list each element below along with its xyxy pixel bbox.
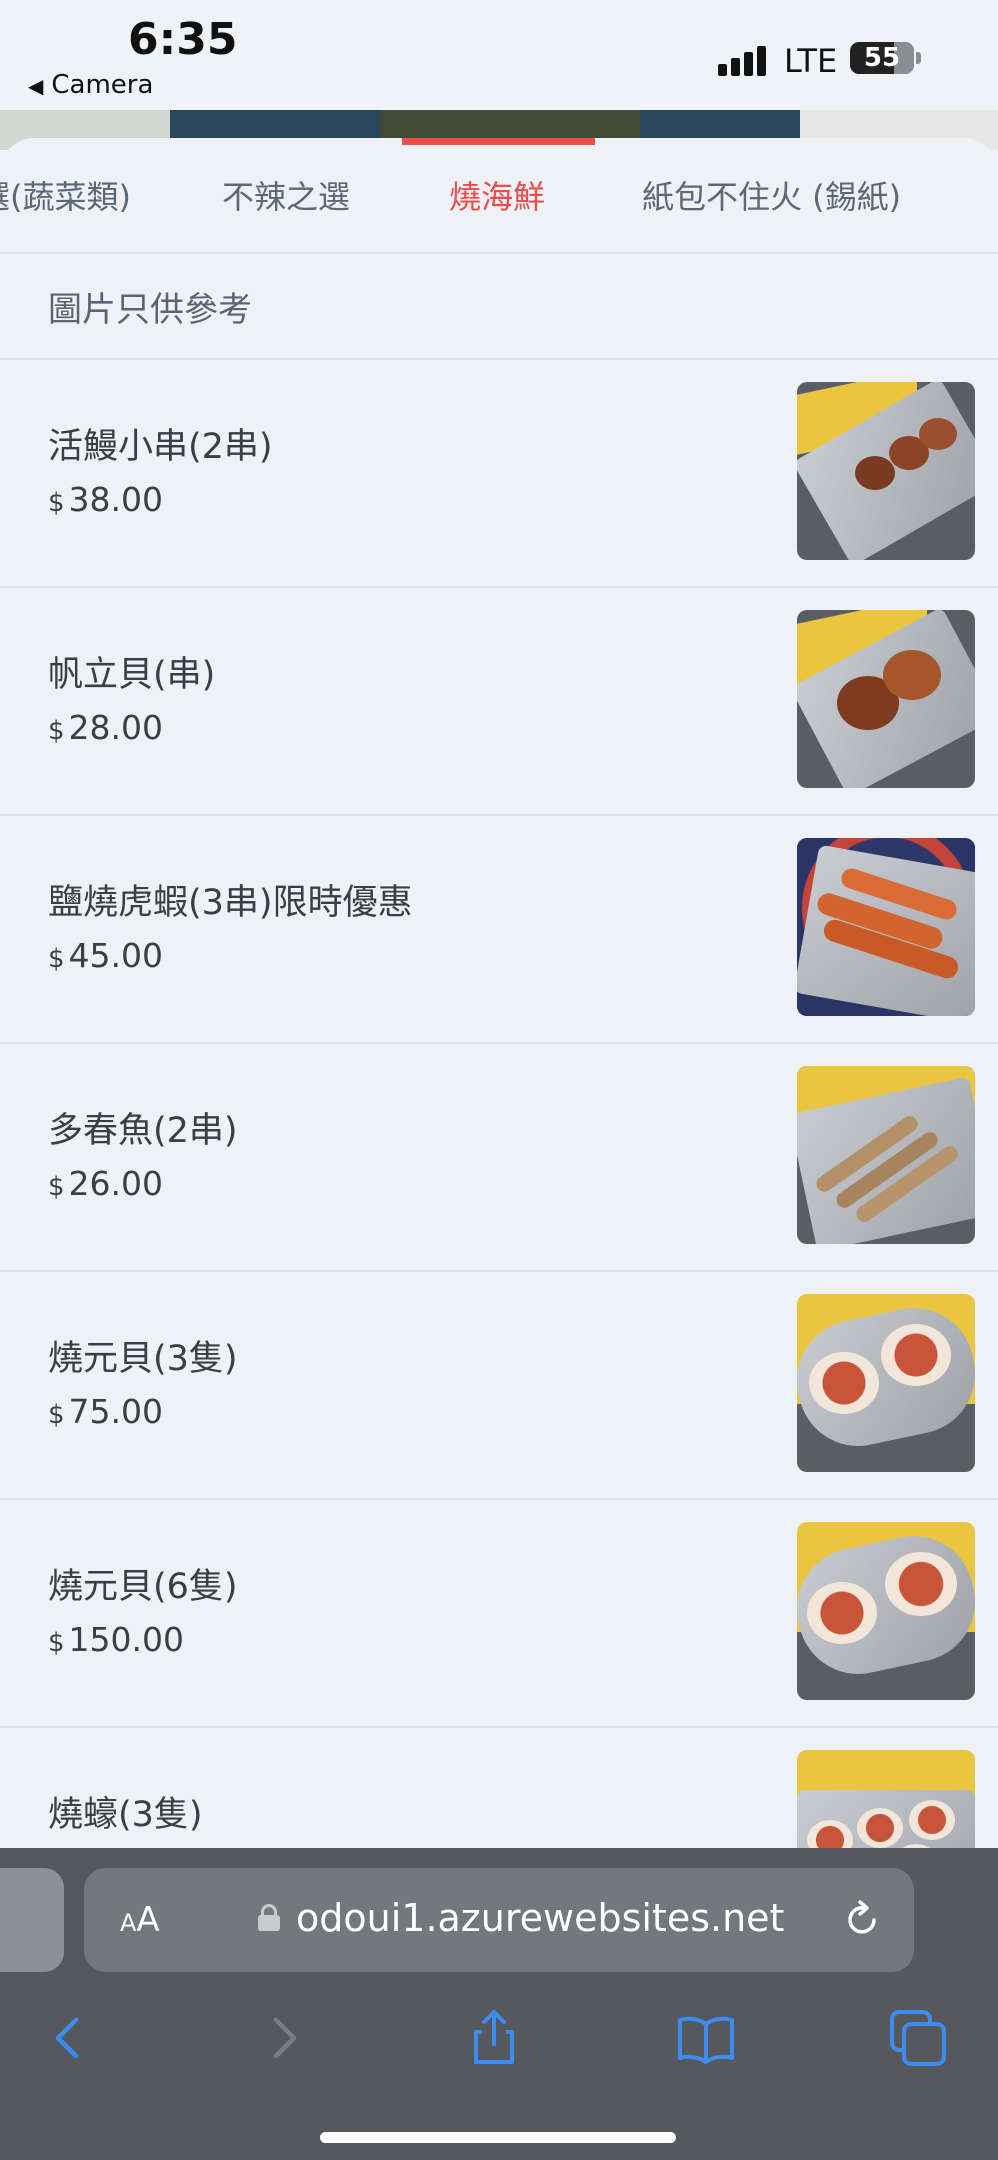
- lock-icon: [258, 1904, 280, 1931]
- item-price: $28.00: [48, 708, 164, 747]
- menu-item[interactable]: 燒元貝(3隻) $75.00: [0, 1272, 998, 1500]
- item-name: 活鰻小串(2串): [48, 427, 273, 467]
- menu-item[interactable]: 多春魚(2串) $26.00: [0, 1044, 998, 1272]
- tab-grilled-seafood[interactable]: 燒海鮮: [449, 172, 545, 218]
- item-price: $38.00: [48, 480, 164, 519]
- url-text: odoui1.azurewebsites.net: [296, 1896, 785, 1940]
- status-bar: 6:35 ◀ Camera LTE 55: [0, 0, 998, 110]
- address-bar[interactable]: AA odoui1.azurewebsites.net: [84, 1868, 914, 1972]
- category-tabs: 選(蔬菜類) 不辣之選 燒海鮮 紙包不住火 (錫紙): [0, 138, 998, 254]
- menu-card: 選(蔬菜類) 不辣之選 燒海鮮 紙包不住火 (錫紙) 圖片只供參考 活鰻小串(2…: [0, 138, 998, 1848]
- grilled-scallops-3-image[interactable]: [797, 1294, 975, 1472]
- tab-vegetables[interactable]: 選(蔬菜類): [0, 172, 131, 218]
- share-icon[interactable]: [464, 2008, 524, 2068]
- scallop-skewer-image[interactable]: [797, 610, 975, 788]
- forward-icon[interactable]: [254, 2008, 314, 2068]
- tab-foil[interactable]: 紙包不住火 (錫紙): [642, 172, 901, 218]
- menu-item[interactable]: 燒蠔(3隻): [0, 1728, 998, 1848]
- item-price: $75.00: [48, 1392, 164, 1431]
- network-label: LTE: [784, 42, 838, 80]
- item-name: 鹽燒虎蝦(3串)限時優惠: [48, 883, 413, 923]
- image-disclaimer: 圖片只供參考: [0, 252, 998, 360]
- menu-item[interactable]: 燒元貝(6隻) $150.00: [0, 1500, 998, 1728]
- back-triangle-icon: ◀: [28, 74, 44, 98]
- status-time: 6:35: [128, 14, 238, 65]
- active-tab-indicator: [402, 138, 595, 145]
- tab-non-spicy[interactable]: 不辣之選: [222, 172, 350, 218]
- battery-icon: 55: [850, 42, 914, 74]
- menu-item[interactable]: 鹽燒虎蝦(3串)限時優惠 $45.00: [0, 816, 998, 1044]
- bookmarks-icon[interactable]: [676, 2008, 736, 2068]
- smelt-fish-image[interactable]: [797, 1066, 975, 1244]
- battery-level: 55: [863, 43, 901, 73]
- home-indicator[interactable]: [320, 2132, 676, 2143]
- item-name: 帆立貝(串): [48, 655, 216, 695]
- menu-item[interactable]: 活鰻小串(2串) $38.00: [0, 360, 998, 588]
- back-app-label: Camera: [51, 70, 154, 100]
- reload-icon[interactable]: [840, 1896, 884, 1940]
- menu-item[interactable]: 帆立貝(串) $28.00: [0, 588, 998, 816]
- eel-skewer-image[interactable]: [797, 382, 975, 560]
- item-name: 燒蠔(3隻): [48, 1795, 203, 1835]
- item-name: 多春魚(2串): [48, 1111, 238, 1151]
- back-icon[interactable]: [38, 2008, 98, 2068]
- previous-tab-preview[interactable]: [0, 1868, 64, 1972]
- signal-icon: [718, 42, 774, 76]
- item-price: $45.00: [48, 936, 164, 975]
- item-name: 燒元貝(6隻): [48, 1567, 238, 1607]
- item-name: 燒元貝(3隻): [48, 1339, 238, 1379]
- item-price: $26.00: [48, 1164, 164, 1203]
- browser-toolbar: AA odoui1.azurewebsites.net: [0, 1848, 998, 2160]
- menu-list: 活鰻小串(2串) $38.00 帆立貝(串) $28.00 鹽燒虎蝦(3串)限時…: [0, 360, 998, 1848]
- reader-settings-button[interactable]: AA: [120, 1900, 160, 1940]
- disclaimer-text: 圖片只供參考: [48, 290, 252, 330]
- tiger-prawn-image[interactable]: [797, 838, 975, 1016]
- back-to-app-link[interactable]: ◀ Camera: [28, 70, 153, 100]
- item-price: $150.00: [48, 1620, 185, 1659]
- grilled-scallops-6-image[interactable]: [797, 1522, 975, 1700]
- grilled-oysters-image[interactable]: [797, 1750, 975, 1848]
- tabs-icon[interactable]: [888, 2008, 948, 2068]
- battery-nub: [916, 52, 921, 64]
